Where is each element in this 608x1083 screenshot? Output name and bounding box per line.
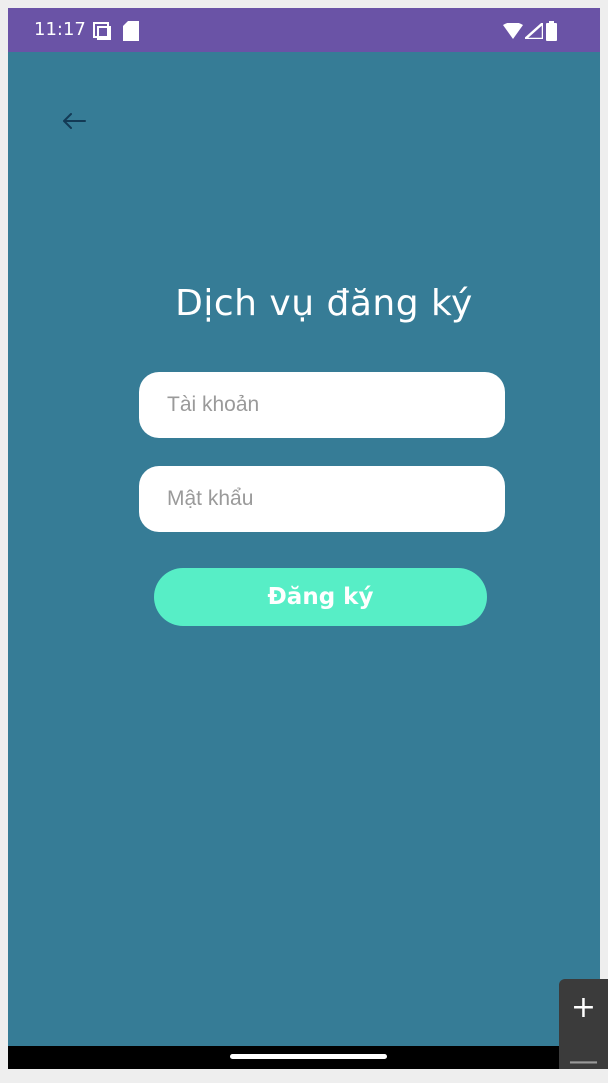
battery-icon bbox=[546, 21, 557, 41]
username-input[interactable] bbox=[139, 372, 505, 438]
app-screen: 11:17 Dịch vụ đăng ký Đăng ký bbox=[8, 8, 600, 1069]
screenshot-icon bbox=[93, 22, 111, 40]
status-bar: 11:17 bbox=[8, 8, 600, 52]
home-gesture-handle[interactable] bbox=[230, 1054, 387, 1059]
back-button[interactable] bbox=[56, 106, 92, 136]
wifi-icon bbox=[503, 23, 523, 39]
page-title: Dịch vụ đăng ký bbox=[175, 283, 473, 324]
sd-card-icon bbox=[123, 21, 139, 41]
zoom-controls: + — bbox=[559, 979, 608, 1079]
zoom-out-button[interactable]: — bbox=[559, 1039, 608, 1083]
navigation-bar bbox=[8, 1046, 600, 1069]
status-time: 11:17 bbox=[34, 19, 86, 40]
zoom-in-button[interactable]: + bbox=[559, 985, 608, 1029]
password-input[interactable] bbox=[139, 466, 505, 532]
signal-icon bbox=[525, 23, 543, 39]
arrow-left-icon bbox=[63, 113, 86, 129]
register-button[interactable]: Đăng ký bbox=[154, 568, 487, 626]
